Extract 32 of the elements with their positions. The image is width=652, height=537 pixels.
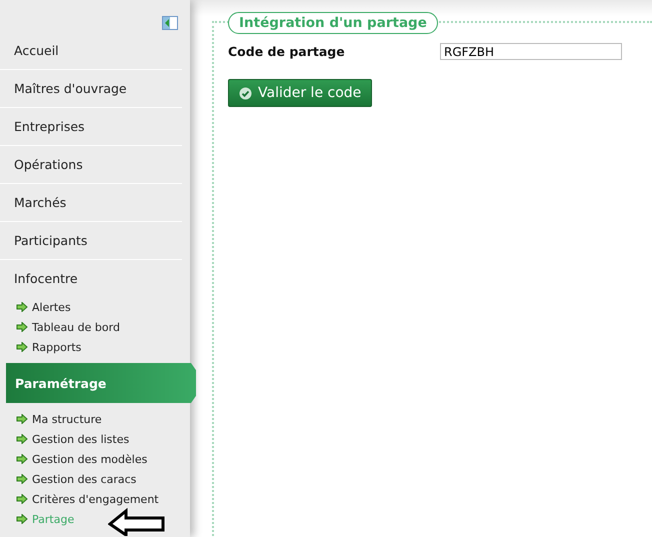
nav-link[interactable]: Ma structure	[32, 412, 102, 426]
collapse-icon[interactable]	[162, 16, 178, 30]
nav-item[interactable]: Opérations	[0, 146, 182, 184]
nav-link[interactable]: Alertes	[32, 300, 71, 314]
arrow-right-icon	[16, 302, 28, 312]
nav-item[interactable]: Marchés	[0, 184, 182, 222]
input-field[interactable]: RGFZBH	[440, 43, 622, 60]
arrow-right-icon	[16, 494, 28, 504]
nav-item[interactable]: Accueil	[0, 32, 182, 70]
nav-link[interactable]: Gestion des modèles	[32, 452, 148, 466]
validate-button[interactable]: Valider le code	[228, 79, 372, 107]
nav-item[interactable]: Entreprises	[0, 108, 182, 146]
pointer-arrow-icon	[108, 508, 166, 536]
arrow-right-icon	[16, 414, 28, 424]
arrow-right-icon	[16, 514, 28, 524]
nav-item[interactable]: Participants	[0, 222, 182, 260]
field-label: Code de partage	[228, 44, 346, 59]
arrow-right-icon	[16, 322, 28, 332]
nav-section[interactable]: Infocentre	[0, 260, 190, 297]
section-title: Intégration d'un partage	[228, 12, 438, 34]
nav-section-active[interactable]: Paramétrage	[6, 363, 196, 403]
arrow-right-icon	[16, 474, 28, 484]
check-icon	[239, 86, 252, 100]
nav-link[interactable]: Rapports	[32, 340, 82, 354]
nav-link[interactable]: Tableau de bord	[32, 320, 120, 334]
nav-item[interactable]: Maîtres d'ouvrage	[0, 70, 182, 108]
nav-link[interactable]: Critères d'engagement	[32, 492, 159, 506]
arrow-right-icon	[16, 342, 28, 352]
nav-link[interactable]: Gestion des caracs	[32, 472, 136, 486]
arrow-right-icon	[16, 434, 28, 444]
nav-link[interactable]: Gestion des listes	[32, 432, 130, 446]
arrow-right-icon	[16, 454, 28, 464]
